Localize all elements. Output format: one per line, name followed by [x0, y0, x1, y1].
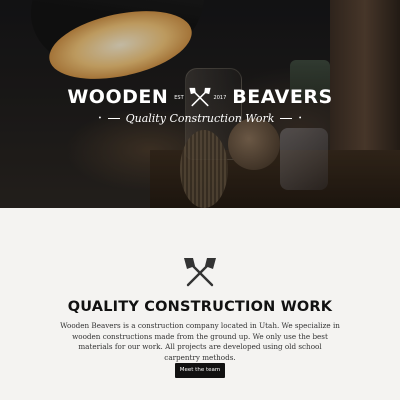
section-description: Wooden Beavers is a construction company… — [60, 321, 340, 362]
intro-section: QUALITY CONSTRUCTION WORK Wooden Beavers… — [0, 208, 400, 400]
logo-emblem: EST 2017 — [174, 86, 226, 108]
logo-tagline: Quality Construction Work — [125, 112, 275, 125]
tag-line-right — [280, 118, 293, 119]
logo-word-left: WOODEN — [67, 86, 169, 108]
logo-est: EST — [174, 95, 184, 101]
crossed-axes-icon — [189, 87, 211, 107]
tag-dot-right: • — [298, 115, 302, 122]
tag-dot-left: • — [98, 115, 102, 122]
logo-tagline-row: • Quality Construction Work • — [0, 112, 400, 125]
logo-year: 2017 — [213, 95, 227, 101]
site-logo[interactable]: WOODEN EST 2017 BEAVERS • Quality Constr… — [0, 86, 400, 125]
section-title: QUALITY CONSTRUCTION WORK — [67, 299, 333, 315]
hero-banner: WOODEN EST 2017 BEAVERS • Quality Constr… — [0, 0, 400, 208]
logo-word-right: BEAVERS — [232, 86, 333, 108]
crossed-axes-icon — [184, 258, 216, 287]
meet-the-team-button[interactable]: Meet the team — [175, 363, 225, 378]
tag-line-left — [107, 118, 120, 119]
